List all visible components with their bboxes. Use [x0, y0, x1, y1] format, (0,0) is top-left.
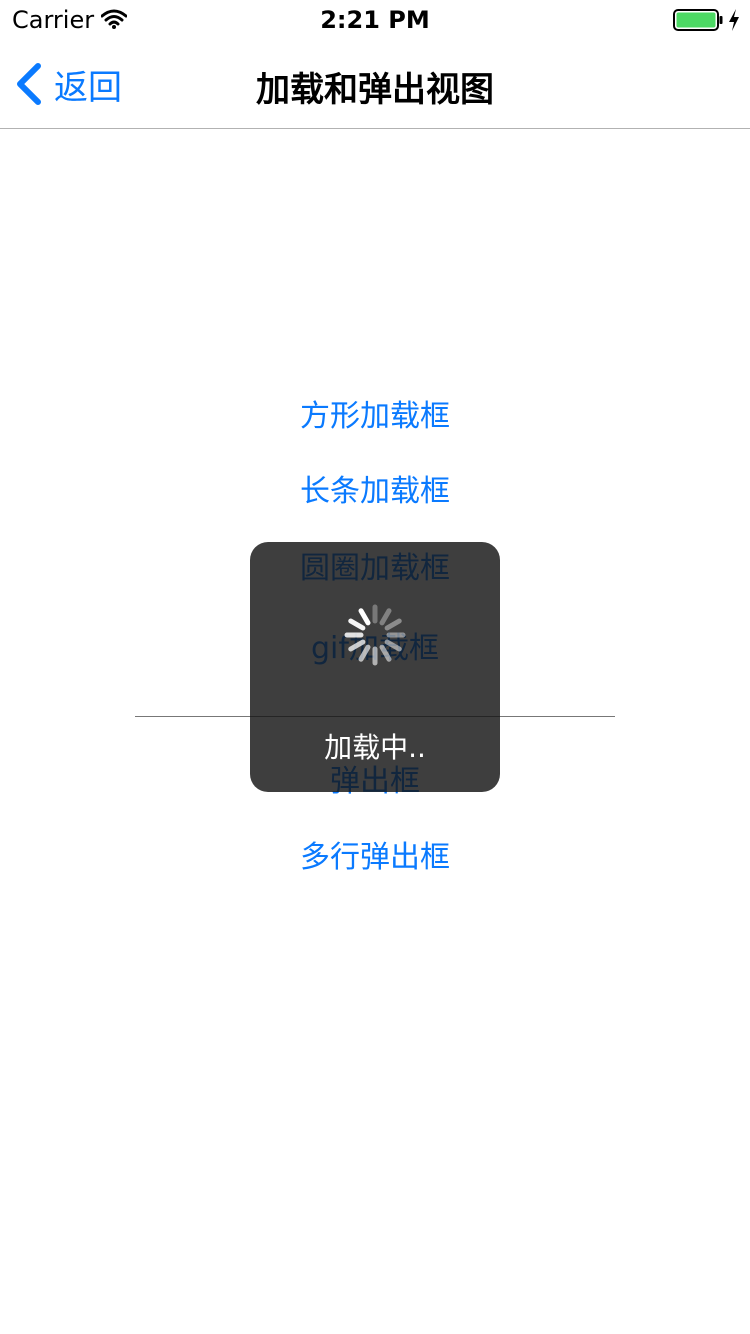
multiline-popup-button[interactable]: 多行弹出框: [0, 836, 750, 880]
status-bar: Carrier 2:21 PM: [0, 0, 750, 40]
battery-icon: [673, 9, 723, 31]
page-title: 加载和弹出视图: [256, 70, 494, 110]
hud-label: 加载中..: [324, 731, 426, 764]
screen: Carrier 2:21 PM 返回 加载和弹出视图 方形加载框 长条加载框 圆…: [0, 0, 750, 1334]
status-time: 2:21 PM: [320, 6, 430, 34]
spinner-icon: [344, 604, 406, 666]
bar-loading-button[interactable]: 长条加载框: [0, 470, 750, 514]
loading-hud: 加载中..: [250, 542, 500, 792]
navigation-bar: 返回 加载和弹出视图: [0, 40, 750, 129]
charging-icon: [729, 9, 739, 31]
square-loading-button[interactable]: 方形加载框: [0, 395, 750, 439]
